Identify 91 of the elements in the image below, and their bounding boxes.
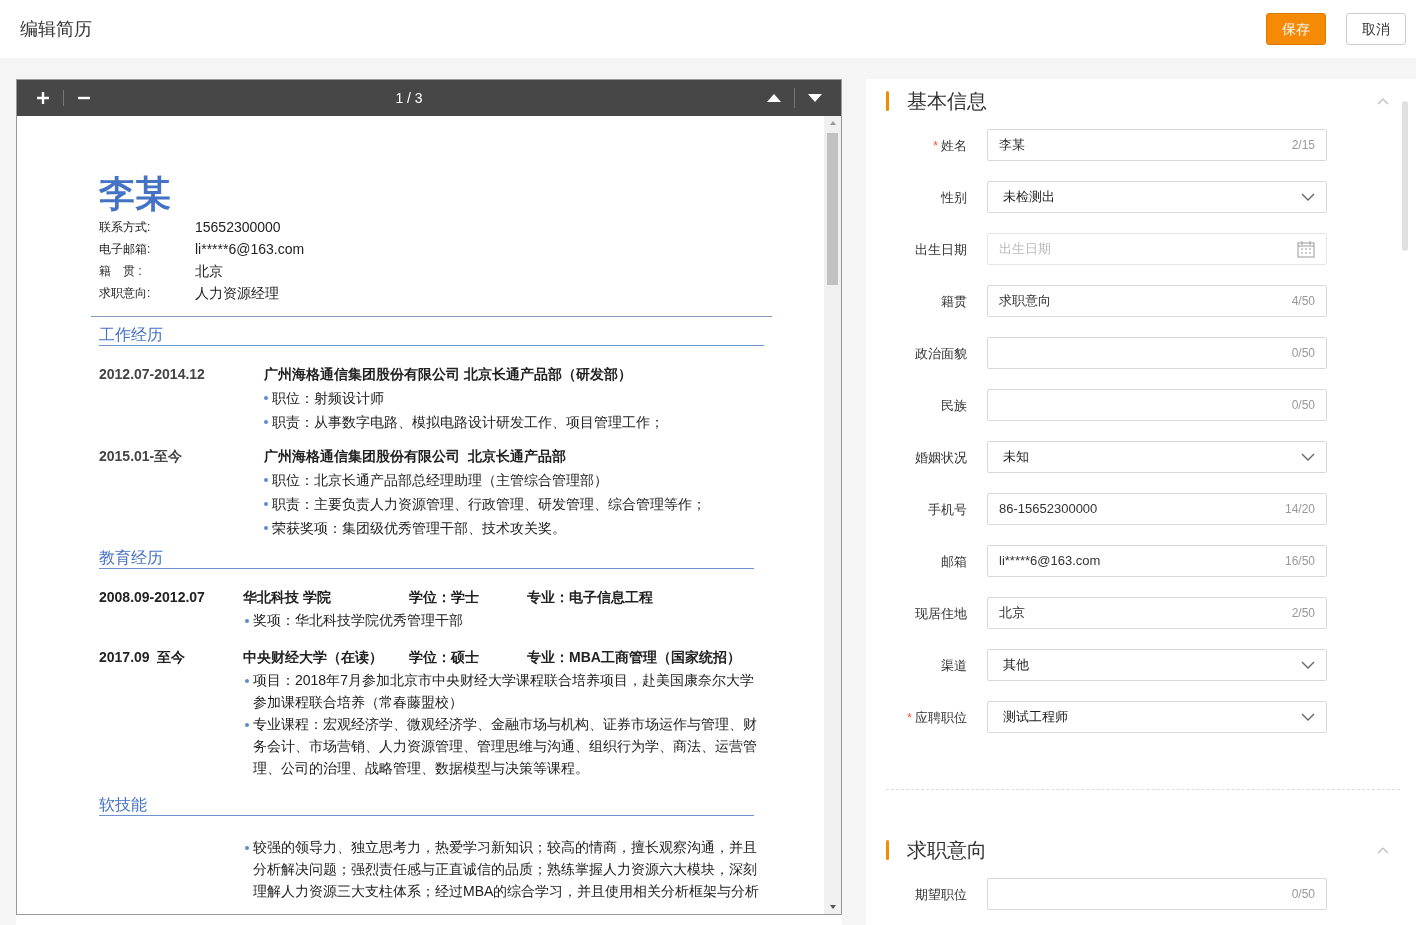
contact-value: li*****6@163.com [195,239,305,259]
select-field[interactable]: 其他 [987,649,1327,681]
text-field[interactable]: 求职意向 4/50 [987,285,1327,317]
bullet-text: 专业课程：宏观经济学、微观经济学、金融市场与机构、证券市场运作与管理、财务会计、市场营销、人力资源管理、管理思维与沟通、组织行为学、商法、运营管理、公司的治理、战略管理、数据模型与决策等课程。 [253,715,758,778]
section-heading: 工作经历 [99,325,764,346]
field-label: 邮箱 [941,553,967,571]
bullet-text: 职责：主要负责人力资源管理、行政管理、研发管理、综合管理等作； [272,495,706,514]
work-period: 2012.07-2014.12 [99,365,206,384]
field-label: 应聘职位 [915,709,967,727]
scrollbar[interactable] [1402,101,1408,251]
field-label: 期望职位 [915,886,967,904]
bullet-text: 荣获奖项：集团级优秀管理干部、技术攻关奖。 [272,519,566,538]
bullet-text: 项目：2018年7月参加北京市中央财经大学课程联合培养项目，赴美国康奈尔大学参加课程联合培养（常春藤盟校） [253,671,755,712]
field-label: 姓名 [941,137,967,155]
bullet-icon [245,723,249,727]
field-label: 民族 [941,397,967,415]
bullet-text: 奖项：华北科技学院优秀管理干部 [253,611,463,630]
work-period: 2015.01-至今 [99,447,184,466]
text-field[interactable]: li*****6@163.com 16/50 [987,545,1327,577]
field-label: 性别 [941,189,967,207]
page-indicator: 1 / 3 [395,88,423,108]
bullet-text: 职位：北京长通产品部总经理助理（主管综合管理部） [272,471,608,490]
text-field[interactable]: 北京 2/50 [987,597,1327,629]
major-text: 专业：MBA工商管理（国家统招） [527,648,741,667]
contact-label: 联系方式: [99,219,152,236]
plus-icon [36,91,50,105]
text-field[interactable]: 李某 2/15 [987,129,1327,161]
bullet-text: 职责：从事数字电路、模拟电路设计研发工作、项目管理工作； [272,413,664,432]
required-mark: * [933,137,938,155]
bullet-icon [264,420,268,424]
character-counter: 0/50 [1291,397,1315,414]
school-name: 中央财经大学（在读） [243,648,384,667]
field-label: 渠道 [941,657,967,675]
contact-value: 北京 [195,261,223,281]
select-field[interactable]: 测试工程师 [987,701,1327,733]
chevron-down-icon [1301,713,1315,721]
section-heading: 教育经历 [99,548,754,569]
select-field[interactable]: 未检测出 [987,181,1327,213]
contact-value: 15652300000 [195,217,281,237]
chevron-down-icon [1301,193,1315,201]
bullet-icon [264,478,268,482]
character-counter: 2/50 [1291,605,1315,622]
field-label: 籍贯 [941,293,967,311]
education-period: 2017.09 至今 [99,648,187,667]
school-name: 华北科技 学院 [243,588,332,607]
scrollbar[interactable] [824,116,841,914]
field-label: 政治面貌 [915,345,967,363]
contact-label: 求职意向: [99,285,152,302]
chevron-down-icon [1301,453,1315,461]
bullet-icon [245,619,249,623]
text-field[interactable]: 86-15652300000 14/20 [987,493,1327,525]
major-text: 专业：电子信息工程 [527,588,653,607]
cancel-button[interactable]: 取消 [1346,13,1406,45]
page-title: 编辑简历 [20,17,93,41]
section-title: 求职意向 [907,838,988,863]
character-counter: 14/20 [1284,501,1315,518]
bullet-icon [264,526,268,530]
contact-label: 电子邮箱: [99,241,152,258]
character-counter: 0/50 [1291,345,1315,362]
bullet-icon [264,396,268,400]
contact-label: 籍 贯 : [99,263,143,280]
bullet-icon [245,679,249,683]
bullet-text: 较强的领导力、独立思考力，热爱学习新知识；较高的情商，擅长观察沟通，并且分析解决问题；强烈责任感与正直诚信的品质；熟练掌握人力资源六大模块，深刻理解人力资源三大支柱体系；经过MBA的综合学习，并且使用相关分析框架与分析 [253,838,761,901]
select-field[interactable]: 未知 [987,441,1327,473]
bullet-icon [245,846,249,850]
character-counter: 16/50 [1284,553,1315,570]
company-title: 广州海格通信集团股份有限公司 北京长通产品部 [264,447,567,466]
degree-text: 学位：学士 [409,588,480,607]
education-period: 2008.09-2012.07 [99,588,206,607]
calendar-icon [1297,240,1315,258]
bullet-icon [264,502,268,506]
degree-text: 学位：硕士 [409,648,480,667]
contact-value: 人力资源经理 [195,283,279,303]
resume-name: 李某 [99,174,172,214]
triangle-up-icon [767,94,781,102]
character-counter: 2/15 [1291,137,1315,154]
required-mark: * [907,709,912,727]
field-label: 现居住地 [915,605,967,623]
field-label: 手机号 [928,501,967,519]
chevron-up-icon [1377,97,1389,105]
character-counter: 4/50 [1291,293,1315,310]
company-title: 广州海格通信集团股份有限公司 北京长通产品部（研发部） [264,365,633,384]
section-title: 基本信息 [907,89,988,114]
chevron-down-icon [1301,661,1315,669]
section-heading: 软技能 [99,795,754,816]
field-label: 出生日期 [915,241,967,259]
field-label: 婚姻状况 [915,449,967,467]
character-counter: 0/50 [1291,886,1315,903]
chevron-up-icon [1377,846,1389,854]
triangle-down-icon [808,94,822,102]
bullet-text: 职位：射频设计师 [272,389,384,408]
